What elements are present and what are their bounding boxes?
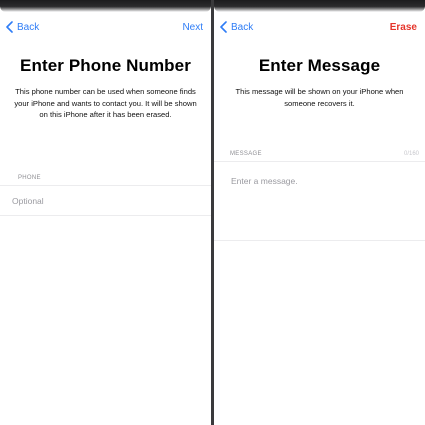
back-button[interactable]: Back [219, 21, 253, 33]
page-description: This phone number can be used when someo… [14, 87, 197, 119]
phone-placeholder: Optional [12, 196, 44, 206]
phone-input[interactable]: Optional [0, 185, 211, 216]
page-title: Enter Message [258, 56, 381, 75]
back-label: Back [17, 21, 40, 33]
message-placeholder: Enter a message. [231, 176, 298, 186]
message-screen: Back Erase Enter Message This message wi… [214, 0, 425, 425]
page-description: This message will be shown on your iPhon… [235, 87, 404, 108]
status-bar [0, 0, 211, 12]
phone-number-screen: Back Next Enter Phone Number This phone … [0, 0, 211, 425]
message-field-label: MESSAGE [230, 151, 262, 157]
page-title: Enter Phone Number [20, 56, 191, 75]
chevron-left-icon [6, 21, 13, 33]
character-counter: 0/160 [403, 151, 419, 157]
erase-button[interactable]: Erase [390, 22, 417, 33]
message-input[interactable]: Enter a message. [214, 161, 425, 241]
chevron-left-icon [220, 21, 227, 33]
phone-field-label: PHONE [18, 175, 41, 181]
back-label: Back [231, 21, 254, 33]
status-bar [214, 0, 425, 12]
next-button[interactable]: Next [182, 22, 203, 33]
back-button[interactable]: Back [5, 21, 39, 33]
